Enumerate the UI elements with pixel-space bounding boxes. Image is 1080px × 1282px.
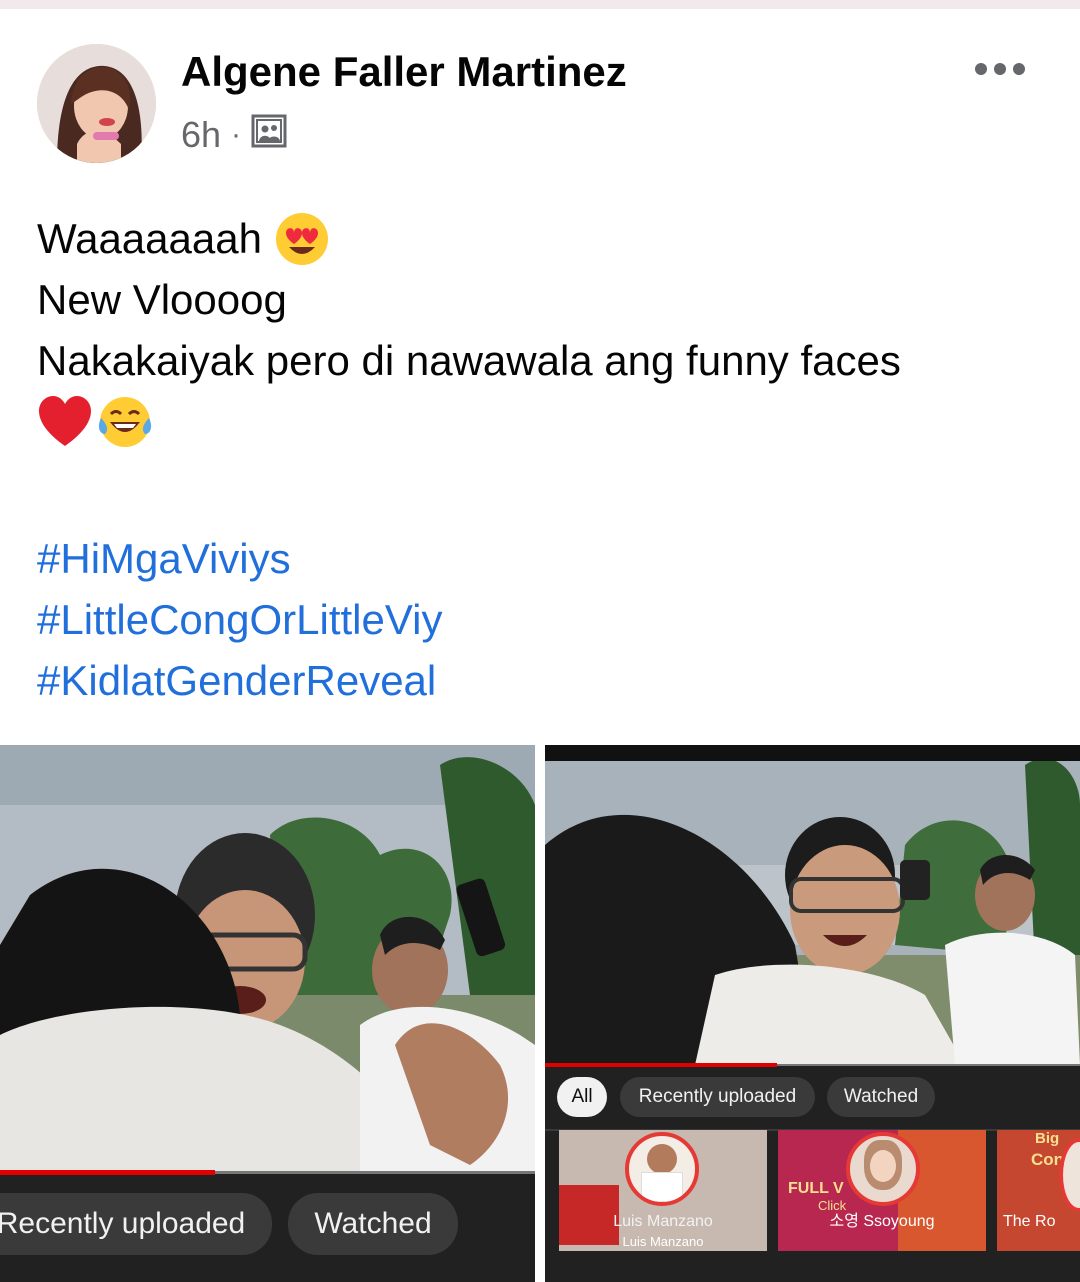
post-meta: 6h ·: [181, 113, 287, 157]
more-options-button[interactable]: [975, 60, 1025, 78]
channel-avatar: [625, 1132, 699, 1206]
post-photo-2[interactable]: All Recently uploaded Watched Luis Manza…: [545, 745, 1080, 1282]
hashtag-link[interactable]: #HiMgaViviys: [37, 528, 442, 589]
chip-recently-uploaded[interactable]: Recently uploaded: [620, 1077, 815, 1117]
thumb-title: The Ro: [1003, 1213, 1056, 1230]
short-thumb[interactable]: Big Con The Ro: [997, 1130, 1080, 1251]
thumb-subtitle: Luis Manzano: [622, 1234, 704, 1249]
channel-avatar: [846, 1132, 920, 1206]
chip-watched[interactable]: Watched: [288, 1193, 458, 1255]
post-line: Waaaaaaah: [37, 208, 1047, 269]
author-name[interactable]: Algene Faller Martinez: [181, 48, 627, 96]
thumb-title: 소영 Ssoyoung: [829, 1213, 935, 1230]
post-line: New Vloooog: [37, 269, 1047, 330]
author-avatar[interactable]: [37, 44, 156, 163]
short-thumb[interactable]: FULL V Click 소영 Ssoyoung: [778, 1130, 986, 1251]
post-line: [37, 391, 1047, 452]
more-dot-icon: [1013, 63, 1025, 75]
top-divider: [0, 0, 1080, 9]
heart-eyes-emoji-icon: [274, 211, 330, 267]
post-line-text: Waaaaaaah: [37, 215, 262, 262]
red-heart-emoji-icon: [37, 394, 93, 450]
video-progress-bar: [545, 1063, 777, 1067]
thumb-title: Luis Manzano: [613, 1213, 713, 1230]
post-time[interactable]: 6h: [181, 114, 221, 156]
chip-watched[interactable]: Watched: [827, 1077, 935, 1117]
phone-status-bar: [545, 745, 1080, 761]
more-dot-icon: [975, 63, 987, 75]
post-text: Waaaaaaah New Vloooog Nakakaiyak pero di…: [37, 208, 1047, 452]
short-thumb[interactable]: Luis Manzano Luis Manzano: [559, 1130, 767, 1251]
hashtag-link[interactable]: #KidlatGenderReveal: [37, 650, 442, 711]
meta-separator: ·: [231, 118, 242, 151]
hashtag-link[interactable]: #LittleCongOrLittleViy: [37, 589, 442, 650]
post-line: Nakakaiyak pero di nawawala ang funny fa…: [37, 330, 1047, 391]
post-line-text: New Vloooog: [37, 276, 287, 323]
thumb-overlay-text: Big: [1035, 1130, 1060, 1147]
chip-recently-uploaded[interactable]: Recently uploaded: [0, 1193, 272, 1255]
post-line-text: Nakakaiyak pero di nawawala ang funny fa…: [37, 337, 901, 384]
post-photo-1[interactable]: Recently uploaded Watched: [0, 745, 535, 1282]
video-progress-bar: [0, 1170, 215, 1175]
laughing-tears-emoji-icon: [97, 394, 153, 450]
photo-album-icon: [251, 113, 287, 158]
hashtags: #HiMgaViviys #LittleCongOrLittleViy #Kid…: [37, 528, 442, 711]
chip-all[interactable]: All: [557, 1077, 607, 1117]
more-dot-icon: [994, 63, 1006, 75]
thumb-overlay-text: FULL V: [788, 1180, 844, 1197]
